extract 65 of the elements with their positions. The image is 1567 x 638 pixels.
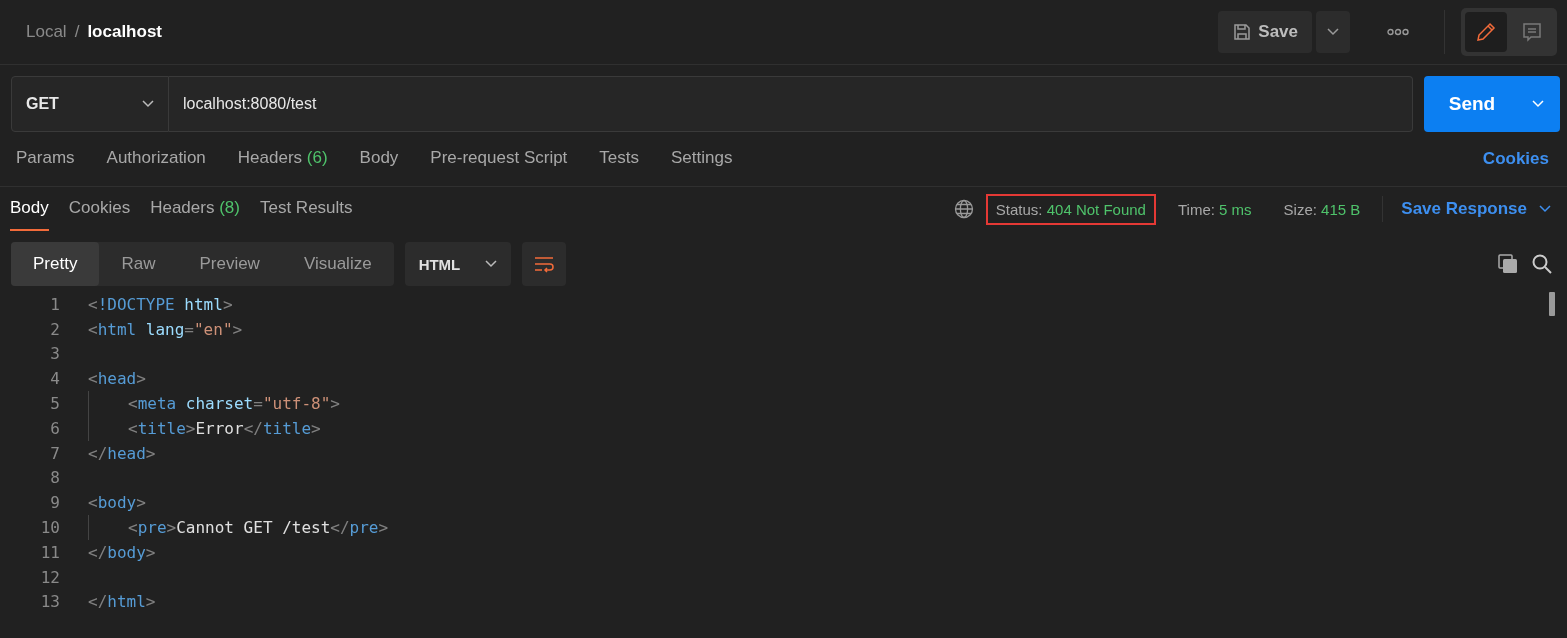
method-select[interactable]: GET bbox=[11, 76, 169, 132]
line-number: 1 bbox=[49, 294, 61, 314]
request-tab[interactable]: Settings bbox=[655, 132, 749, 186]
line-number: 2 bbox=[49, 319, 61, 339]
caret-icon bbox=[1539, 205, 1551, 213]
wrap-lines-icon bbox=[532, 255, 555, 273]
scrollbar[interactable] bbox=[1549, 292, 1555, 316]
caret-icon bbox=[1532, 100, 1544, 108]
caret-icon bbox=[142, 100, 154, 108]
caret-icon bbox=[1327, 28, 1339, 36]
line-number: 3 bbox=[49, 344, 61, 364]
code-line: </body> bbox=[88, 542, 156, 562]
line-number: 9 bbox=[49, 493, 61, 513]
code-line: <!DOCTYPE html> bbox=[88, 294, 233, 314]
save-button[interactable]: Save bbox=[1218, 11, 1312, 53]
view-mode-tab[interactable]: Raw bbox=[99, 242, 178, 286]
view-mode-tab[interactable]: Preview bbox=[177, 242, 282, 286]
line-number: 7 bbox=[49, 443, 61, 463]
code-line: <title>Error</title> bbox=[128, 418, 321, 438]
code-line: </html> bbox=[88, 592, 156, 612]
line-number: 4 bbox=[49, 369, 61, 389]
request-name: localhost bbox=[87, 22, 162, 42]
line-number: 8 bbox=[49, 468, 61, 488]
response-tab[interactable]: Test Results bbox=[259, 187, 353, 231]
more-icon bbox=[1387, 28, 1409, 36]
save-response-button[interactable]: Save Response bbox=[1395, 198, 1557, 220]
request-tab[interactable]: Headers (6) bbox=[221, 132, 344, 186]
pencil-icon bbox=[1475, 21, 1497, 43]
request-tab[interactable]: Pre-request Script bbox=[414, 132, 584, 186]
line-number: 11 bbox=[39, 542, 61, 562]
code-line: <html lang="en"> bbox=[88, 319, 243, 339]
code-line: <body> bbox=[88, 493, 146, 513]
request-tab[interactable]: Authorization bbox=[90, 132, 222, 186]
request-tab[interactable]: Params bbox=[0, 132, 91, 186]
response-tab[interactable]: Cookies bbox=[68, 187, 131, 231]
code-line: </head> bbox=[88, 443, 156, 463]
url-field[interactable]: localhost:8080/test bbox=[169, 76, 1413, 132]
line-number: 13 bbox=[39, 592, 61, 612]
line-number: 5 bbox=[49, 394, 61, 414]
search-icon bbox=[1531, 253, 1553, 275]
caret-icon bbox=[484, 260, 497, 268]
format-select[interactable]: HTML bbox=[404, 242, 511, 286]
breadcrumb-separator: / bbox=[74, 22, 80, 42]
response-stat: Status: 404 Not Found bbox=[985, 193, 1156, 225]
request-tab[interactable]: Tests bbox=[583, 132, 656, 186]
response-stat: Size: 415 B bbox=[1282, 199, 1362, 220]
line-number: 12 bbox=[39, 567, 61, 587]
globe-icon bbox=[953, 199, 974, 219]
breadcrumb-link[interactable]: Local bbox=[26, 22, 67, 42]
code-line: <meta charset="utf-8"> bbox=[128, 394, 340, 414]
response-tab[interactable]: Headers (8) bbox=[150, 187, 240, 231]
response-tab[interactable]: Body bbox=[10, 187, 49, 231]
request-tab[interactable]: Body bbox=[343, 132, 415, 186]
edit-mode-button[interactable] bbox=[1465, 12, 1507, 52]
wrap-lines-button[interactable] bbox=[521, 242, 566, 286]
line-number: 6 bbox=[49, 418, 61, 438]
response-stat: Time: 5 ms bbox=[1176, 199, 1253, 220]
comment-icon bbox=[1521, 21, 1543, 43]
cookies-link[interactable]: Cookies bbox=[1476, 148, 1555, 170]
code-line: <pre>Cannot GET /test</pre> bbox=[128, 518, 389, 538]
view-mode-tab[interactable]: Pretty bbox=[11, 242, 100, 286]
view-mode-tab[interactable]: Visualize bbox=[281, 242, 394, 286]
line-number: 10 bbox=[39, 518, 61, 538]
code-line: <head> bbox=[88, 369, 146, 389]
copy-icon bbox=[1497, 253, 1519, 275]
